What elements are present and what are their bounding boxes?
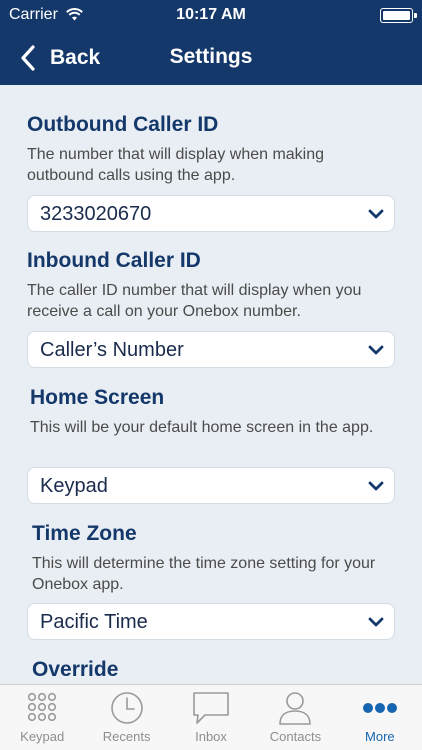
section-title: Outbound Caller ID [27,113,219,136]
section-title: Time Zone [32,522,137,545]
navigation-bar: Back Settings [0,30,422,85]
time-zone-select[interactable]: Pacific Time [27,603,395,640]
tab-keypad[interactable]: Keypad [0,685,84,750]
tab-label: Recents [102,729,151,744]
outbound-caller-id-select[interactable]: 3233020670 [27,195,395,232]
select-value: 3233020670 [40,203,152,225]
keypad-icon [28,692,57,722]
tab-label: Contacts [269,729,322,744]
chevron-down-icon [368,345,384,355]
select-value: Keypad [40,475,108,497]
home-screen-section: Home Screen This will be your default ho… [27,385,395,504]
chevron-down-icon [368,617,384,627]
section-description: This will determine the time zone settin… [32,555,376,593]
select-value: Pacific Time [40,611,148,633]
override-section: Override [27,657,395,683]
time-zone-section: Time Zone This will determine the time z… [27,521,395,640]
status-time: 10:17 AM [176,6,246,23]
chevron-down-icon [368,209,384,219]
page-title: Settings [169,45,253,68]
tab-bar: Keypad Recents Inbox Contacts More [0,684,422,750]
settings-content[interactable]: Outbound Caller ID The number that will … [0,85,422,684]
inbound-caller-id-select[interactable]: Caller’s Number [27,331,395,368]
tab-contacts[interactable]: Contacts [253,685,337,750]
section-title: Inbound Caller ID [27,249,201,272]
inbound-caller-id-section: Inbound Caller ID The caller ID number t… [27,248,395,368]
home-screen-select[interactable]: Keypad [27,467,395,504]
more-dots-icon [362,703,397,713]
tab-label: Inbox [195,729,227,744]
section-title: Override [32,658,119,681]
speech-bubble-icon [193,692,229,724]
clock-icon [110,692,143,724]
section-description: The number that will display when making… [27,146,325,184]
outbound-caller-id-section: Outbound Caller ID The number that will … [27,112,395,232]
select-value: Caller’s Number [40,339,184,361]
tab-recents[interactable]: Recents [84,685,168,750]
section-description: This will be your default home screen in… [30,419,374,436]
tab-label: More [365,729,395,744]
status-bar: Carrier 10:17 AM [0,0,422,30]
battery-icon [380,8,417,23]
tab-more[interactable]: More [338,685,422,750]
section-title: Home Screen [30,386,165,409]
person-icon [279,692,312,725]
tab-inbox[interactable]: Inbox [169,685,253,750]
chevron-down-icon [368,481,384,491]
tab-label: Keypad [20,729,65,744]
section-description: The caller ID number that will display w… [27,282,362,320]
